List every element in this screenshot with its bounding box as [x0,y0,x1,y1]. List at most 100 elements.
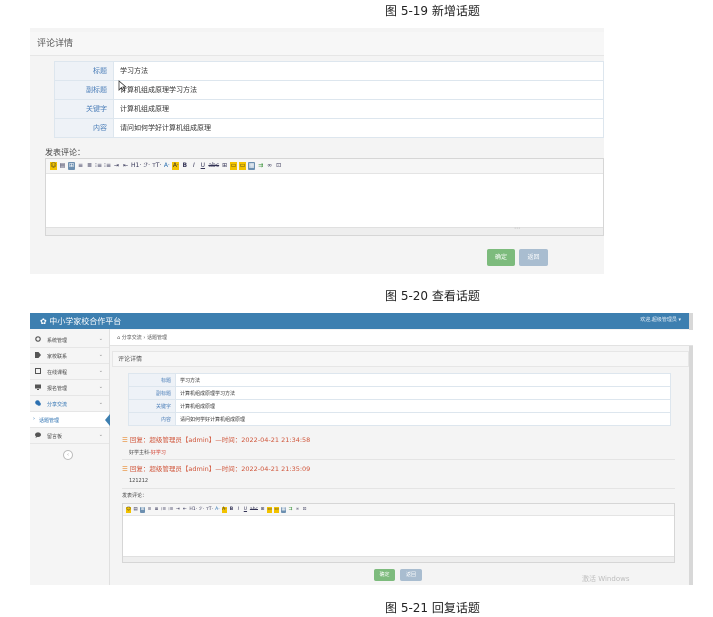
gear-icon [35,336,41,342]
italic-icon[interactable]: I [236,507,241,513]
media-icon[interactable]: ▭ [274,506,279,513]
strikethrough-icon[interactable]: abc [250,507,258,513]
sidebar-item-home-school[interactable]: 家校联系 ⌄ [30,348,109,364]
row-label: 关键字 [54,99,114,119]
breadcrumb-text[interactable]: 分享交流 › 话题管理 [122,335,167,341]
back-button[interactable]: 返回 [400,569,422,581]
grid-icon[interactable]: ⊞ [260,507,265,513]
bold-icon[interactable]: B [229,507,234,513]
row-label: 内容 [54,118,114,138]
italic-icon[interactable]: I [190,162,197,170]
highlight-icon[interactable]: A· [172,162,180,170]
insert-table-icon[interactable]: ▦ [281,506,286,513]
align-center-icon[interactable]: ≣ [86,162,93,170]
source-icon[interactable]: ▤ [59,162,66,170]
screenshot-view-topic: 评论详情 标题 学习方法 副标题 计算机组成原理学习方法 关键字 计算机组成原理… [30,28,604,274]
outdent-icon[interactable]: ⇤ [122,162,129,170]
reply-header-text: 回复：超级管理员【admin】—时间：2022-04-21 21:35:09 [129,465,311,473]
figure-caption-21: 图 5-21 回复话题 [385,601,480,615]
image-icon[interactable]: ▭ [267,506,272,513]
mouse-cursor-icon [118,80,127,92]
reply-text-highlight: 好学习 [150,450,166,456]
sidebar-item-label: 报名管理 [47,386,68,392]
grid-icon[interactable]: ⊞ [221,162,228,170]
table-row: 标题 学习方法 [128,373,671,387]
font-family-icon[interactable]: ℱ· [199,507,204,513]
link-icon[interactable]: ∞ [295,507,300,513]
resize-handle-icon[interactable]: ⋯ [514,225,520,232]
strikethrough-icon[interactable]: abc [208,162,219,170]
editor-body[interactable] [46,174,603,228]
sidebar-item-message-board[interactable]: 留言板 ⌄ [30,428,109,444]
outdent-icon[interactable]: ⇤ [182,507,187,513]
emoji-icon[interactable]: ☺ [126,506,131,513]
underline-icon[interactable]: U [199,162,206,170]
font-family-icon[interactable]: ℱ· [143,162,150,170]
font-color-icon[interactable]: A· [215,507,220,513]
font-color-icon[interactable]: A· [163,162,170,170]
sidebar-item-enrollment[interactable]: 报名管理 ⌄ [30,380,109,396]
sidebar-item-label: 留言板 [47,434,63,440]
sidebar-item-label: 家校联系 [47,354,68,360]
insert-table-icon[interactable]: ▦ [248,162,256,170]
flash-icon[interactable]: ⇉ [288,507,293,513]
book-icon [35,368,41,374]
card-title: 评论详情 [30,32,604,56]
row-value: 学习方法 [175,373,671,387]
row-value: 计算机组成原理 [113,99,604,119]
scrollbar[interactable] [689,313,693,585]
ok-button[interactable]: 确定 [374,569,395,581]
source-icon[interactable]: ▤ [133,507,138,513]
reply-header-text: 回复：超级管理员【admin】—时间：2022-04-21 21:34:58 [129,436,311,444]
table-icon[interactable]: ⊞ [68,162,75,170]
font-size-icon[interactable]: ᴛT· [206,507,213,513]
divider [122,488,675,489]
comment-editor[interactable]: ☺ ▤ ⊞ ≡ ≣ ⁝≡ ⁝≡ ⇥ ⇤ H1· ℱ· ᴛT· A· A· B I… [122,503,675,563]
align-center-icon[interactable]: ≣ [154,507,159,513]
font-size-icon[interactable]: ᴛT· [152,162,161,170]
row-value: 计算机组成原理 [175,399,671,413]
sidebar-item-topic-management[interactable]: › 话题管理 [30,412,110,428]
app-title[interactable]: ✿ 中小学家校合作平台 [40,316,121,327]
bold-icon[interactable]: B [181,162,188,170]
table-icon[interactable]: ⊞ [140,506,145,513]
chat-icon [35,400,41,406]
comment-editor[interactable]: ☺ ▤ ⊞ ≡ ≣ ⁝≡ ⁝≡ ⇥ ⇤ H1· ℱ· ᴛT· A· A· B I… [45,158,604,236]
flash-icon[interactable]: ⇉ [257,162,264,170]
sidebar-item-share[interactable]: 分享交流 ⌄ [30,396,109,412]
link-icon[interactable]: ∞ [266,162,273,170]
anchor-icon[interactable]: ⊡ [302,507,307,513]
anchor-icon[interactable]: ⊡ [275,162,282,170]
emoji-icon[interactable]: ☺ [50,162,57,170]
align-left-icon[interactable]: ≡ [77,162,84,170]
highlight-icon[interactable]: A· [221,506,227,513]
user-menu[interactable]: 欢迎,超级管理员 ▾ [640,316,681,323]
reply-header: ☰ 回复：超级管理员【admin】—时间：2022-04-21 21:34:58 [122,434,310,444]
align-left-icon[interactable]: ≡ [147,507,152,513]
comment-label: 发表评论： [45,148,85,157]
sidebar-item-courses[interactable]: 在线课程 ⌄ [30,364,109,380]
back-button[interactable]: 返回 [519,249,548,266]
image-icon[interactable]: ▭ [230,162,238,170]
divider [122,459,675,460]
heading-icon[interactable]: H1· [131,162,141,170]
sidebar-item-system[interactable]: 系统管理 ⌄ [30,332,109,348]
sidebar-collapse-icon[interactable]: ‹ [63,450,73,460]
ordered-list-icon[interactable]: ⁝≡ [161,507,166,513]
sidebar-item-label: 在线课程 [47,370,68,376]
unordered-list-icon[interactable]: ⁝≡ [104,162,111,170]
editor-resize-bar[interactable] [123,556,674,562]
row-label: 副标题 [128,386,176,400]
ordered-list-icon[interactable]: ⁝≡ [95,162,102,170]
ok-button[interactable]: 确定 [487,249,515,266]
underline-icon[interactable]: U [243,507,248,513]
heading-icon[interactable]: H1· [189,507,197,513]
home-icon[interactable]: ⌂ [117,335,120,341]
media-icon[interactable]: ▭ [239,162,247,170]
indent-icon[interactable]: ⇥ [175,507,180,513]
reply-text: 121212 [129,478,149,484]
unordered-list-icon[interactable]: ⁝≡ [168,507,173,513]
editor-resize-bar[interactable]: ⋯ [46,225,603,235]
indent-icon[interactable]: ⇥ [113,162,120,170]
active-indicator [105,414,110,426]
